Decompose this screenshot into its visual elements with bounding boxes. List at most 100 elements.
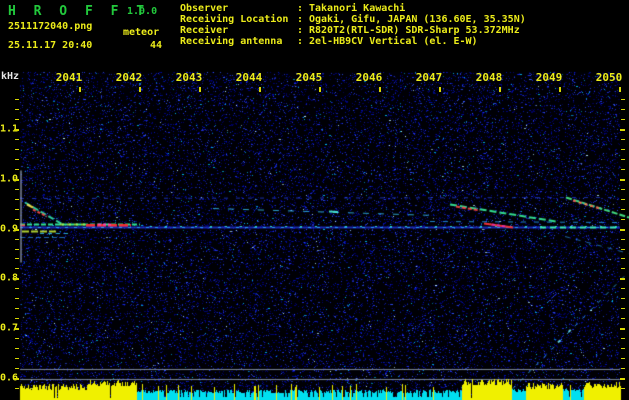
frequency-minor-tick (621, 209, 625, 210)
info-label: Receiver (180, 25, 229, 36)
frequency-minor-tick (15, 209, 19, 210)
time-tick-label: 2049 (535, 71, 563, 84)
observation-mode-label: meteor (123, 27, 160, 38)
frequency-minor-tick (621, 219, 625, 220)
info-colon: : (297, 36, 304, 47)
frequency-minor-tick (621, 199, 625, 200)
info-value: 2el-HB9CV Vertical (el. E-W) (309, 36, 478, 47)
frequency-minor-tick (621, 149, 625, 150)
frequency-minor-tick (621, 348, 625, 349)
frequency-minor-tick (621, 119, 625, 120)
frequency-minor-tick (15, 298, 19, 299)
time-tick-label: 2041 (55, 71, 83, 84)
hrofft-screenshot: H R O F F T 1.0.0 2511172040.png meteor … (0, 0, 629, 400)
frequency-minor-tick (15, 219, 19, 220)
time-tick-mark (439, 87, 441, 92)
info-label: Receiving antenna (180, 36, 283, 47)
frequency-minor-tick (15, 169, 19, 170)
station-info-block: Observer: Takanori Kawachi Receiving Locat… (180, 3, 526, 47)
station-info-row: Receiving Location: Ogaki, Gifu, JAPAN (1… (180, 14, 526, 25)
time-tick-mark (559, 87, 561, 92)
frequency-minor-tick (621, 109, 625, 110)
time-tick-label: 2043 (175, 71, 203, 84)
app-version: 1.0.0 (127, 6, 158, 17)
time-tick-label: 2047 (415, 71, 443, 84)
frequency-minor-tick (621, 318, 625, 319)
echo-count: 44 (149, 40, 162, 51)
frequency-minor-tick (15, 149, 19, 150)
info-value: R820T2(RTL-SDR) SDR-Sharp 53.372MHz (309, 25, 520, 36)
frequency-major-tick (620, 229, 625, 231)
frequency-major-tick (620, 328, 625, 330)
time-tick-mark (619, 87, 621, 92)
time-tick-mark (259, 87, 261, 92)
frequency-minor-tick (15, 239, 19, 240)
observation-datetime: 25.11.17 20:40 (8, 40, 93, 51)
frequency-minor-tick (621, 338, 625, 339)
frequency-minor-tick (15, 388, 19, 389)
frequency-minor-tick (621, 368, 625, 369)
frequency-minor-tick (621, 169, 625, 170)
frequency-minor-tick (15, 368, 19, 369)
time-tick-mark (379, 87, 381, 92)
frequency-minor-tick (15, 249, 19, 250)
frequency-minor-tick (15, 159, 19, 160)
frequency-minor-tick (621, 268, 625, 269)
frequency-minor-tick (15, 189, 19, 190)
time-tick-label: 2050 (595, 71, 623, 84)
output-filename: 2511172040.png (8, 21, 93, 32)
info-colon: : (297, 14, 304, 25)
info-value: Takanori Kawachi (309, 3, 406, 14)
time-tick-label: 2045 (295, 71, 323, 84)
frequency-minor-tick (621, 288, 625, 289)
frequency-minor-tick (15, 348, 19, 349)
frequency-major-tick (620, 179, 625, 181)
frequency-minor-tick (621, 358, 625, 359)
frequency-minor-tick (621, 258, 625, 259)
frequency-minor-tick (621, 189, 625, 190)
frequency-major-tick (14, 129, 19, 131)
frequency-major-tick (14, 328, 19, 330)
frequency-minor-tick (15, 308, 19, 309)
frequency-major-tick (14, 229, 19, 231)
info-label: Receiving Location (180, 14, 289, 25)
frequency-minor-tick (621, 139, 625, 140)
frequency-minor-tick (15, 258, 19, 259)
time-tick-mark (199, 87, 201, 92)
frequency-tick-label: 0.6 (0, 372, 19, 384)
time-tick-mark (139, 87, 141, 92)
frequency-tick-label: 0.8 (0, 272, 19, 284)
info-colon: : (297, 25, 304, 36)
frequency-axis-unit-label: kHz (1, 71, 20, 82)
frequency-minor-tick (15, 99, 19, 100)
frequency-minor-tick (621, 239, 625, 240)
frequency-major-tick (14, 278, 19, 280)
time-tick-mark (79, 87, 81, 92)
frequency-major-tick (620, 378, 625, 380)
frequency-minor-tick (15, 338, 19, 339)
frequency-minor-tick (621, 159, 625, 160)
station-info-row: Observer: Takanori Kawachi (180, 3, 526, 14)
frequency-major-tick (14, 179, 19, 181)
frequency-minor-tick (15, 109, 19, 110)
info-value: Ogaki, Gifu, JAPAN (136.60E, 35.35N) (309, 14, 526, 25)
station-info-row: Receiver: R820T2(RTL-SDR) SDR-Sharp 53.37… (180, 25, 526, 36)
frequency-major-tick (620, 129, 625, 131)
frequency-minor-tick (15, 288, 19, 289)
info-colon: : (297, 3, 304, 14)
frequency-minor-tick (15, 268, 19, 269)
time-tick-label: 2046 (355, 71, 383, 84)
time-tick-label: 2044 (235, 71, 263, 84)
time-tick-mark (499, 87, 501, 92)
frequency-major-tick (620, 278, 625, 280)
time-tick-label: 2048 (475, 71, 503, 84)
spectrogram-canvas (0, 0, 629, 400)
frequency-minor-tick (621, 99, 625, 100)
frequency-minor-tick (621, 298, 625, 299)
frequency-minor-tick (15, 139, 19, 140)
frequency-minor-tick (621, 308, 625, 309)
frequency-tick-label: 0.9 (0, 223, 19, 235)
frequency-minor-tick (15, 358, 19, 359)
frequency-major-tick (14, 378, 19, 380)
frequency-minor-tick (621, 388, 625, 389)
